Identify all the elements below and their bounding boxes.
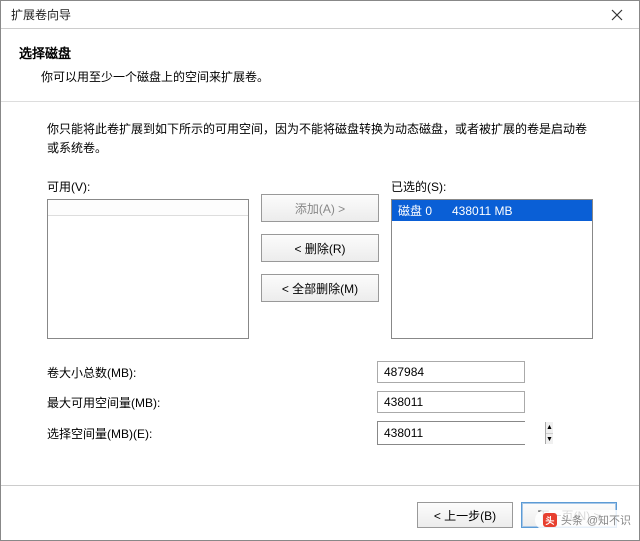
close-button[interactable] bbox=[595, 1, 639, 29]
available-list-header bbox=[48, 200, 248, 216]
max-space-value: 438011 bbox=[377, 391, 525, 413]
toutiao-logo-icon: 头 bbox=[543, 513, 557, 527]
spinner-buttons: ▲ ▼ bbox=[545, 422, 553, 444]
window-title: 扩展卷向导 bbox=[11, 6, 71, 23]
selected-column: 已选的(S): 磁盘 0 438011 MB bbox=[391, 178, 593, 339]
description-text: 你只能将此卷扩展到如下所示的可用空间，因为不能将磁盘转换为动态磁盘，或者被扩展的… bbox=[47, 120, 593, 158]
select-space-row: 选择空间量(MB)(E): ▲ ▼ bbox=[47, 421, 593, 445]
max-space-label: 最大可用空间量(MB): bbox=[47, 394, 377, 411]
remove-all-button[interactable]: < 全部删除(M) bbox=[261, 274, 379, 302]
footer-divider bbox=[1, 485, 639, 486]
close-icon bbox=[611, 9, 623, 21]
available-listbox[interactable] bbox=[47, 199, 249, 339]
total-size-label: 卷大小总数(MB): bbox=[47, 364, 377, 381]
selected-listbox[interactable]: 磁盘 0 438011 MB bbox=[391, 199, 593, 339]
size-fields: 卷大小总数(MB): 487984 最大可用空间量(MB): 438011 选择… bbox=[47, 361, 593, 445]
back-button[interactable]: < 上一步(B) bbox=[417, 502, 513, 528]
selected-list-item[interactable]: 磁盘 0 438011 MB bbox=[392, 200, 592, 221]
add-button[interactable]: 添加(A) > bbox=[261, 194, 379, 222]
header-area: 选择磁盘 你可以用至少一个磁盘上的空间来扩展卷。 bbox=[1, 29, 639, 93]
available-label: 可用(V): bbox=[47, 178, 249, 195]
spinner-up-button[interactable]: ▲ bbox=[546, 422, 553, 434]
watermark-author: @知不识 bbox=[587, 512, 631, 528]
select-space-spinner: ▲ ▼ bbox=[377, 421, 525, 445]
transfer-buttons: 添加(A) > < 删除(R) < 全部删除(M) bbox=[261, 194, 379, 302]
page-subtitle: 你可以用至少一个磁盘上的空间来扩展卷。 bbox=[41, 68, 621, 85]
select-space-label: 选择空间量(MB)(E): bbox=[47, 425, 377, 442]
select-space-input[interactable] bbox=[378, 422, 545, 444]
remove-button[interactable]: < 删除(R) bbox=[261, 234, 379, 262]
watermark: 头 头条 @知不识 bbox=[535, 510, 639, 530]
available-column: 可用(V): bbox=[47, 178, 249, 339]
total-size-row: 卷大小总数(MB): 487984 bbox=[47, 361, 593, 383]
disk-columns: 可用(V): 添加(A) > < 删除(R) < 全部删除(M) 已选的(S):… bbox=[47, 178, 593, 339]
selected-label: 已选的(S): bbox=[391, 178, 593, 195]
total-size-value: 487984 bbox=[377, 361, 525, 383]
content-area: 你只能将此卷扩展到如下所示的可用空间，因为不能将磁盘转换为动态磁盘，或者被扩展的… bbox=[1, 102, 639, 465]
wizard-window: 扩展卷向导 选择磁盘 你可以用至少一个磁盘上的空间来扩展卷。 你只能将此卷扩展到… bbox=[0, 0, 640, 541]
watermark-source: 头条 bbox=[561, 512, 583, 528]
titlebar: 扩展卷向导 bbox=[1, 1, 639, 29]
page-title: 选择磁盘 bbox=[19, 43, 621, 62]
spinner-down-button[interactable]: ▼ bbox=[546, 434, 553, 445]
max-space-row: 最大可用空间量(MB): 438011 bbox=[47, 391, 593, 413]
